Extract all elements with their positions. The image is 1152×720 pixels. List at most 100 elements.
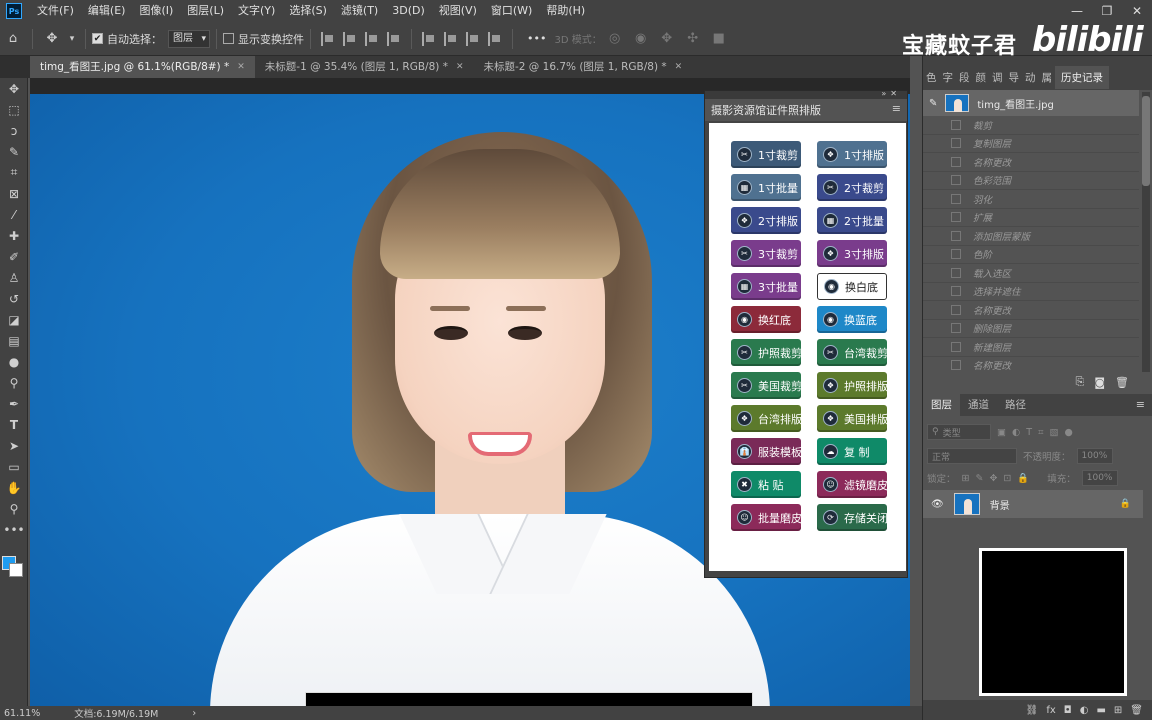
menu-file[interactable]: 文件(F) [30, 0, 81, 22]
distribute-v-icon[interactable] [488, 31, 502, 46]
blur-tool-icon[interactable]: ● [0, 351, 28, 372]
menu-type[interactable]: 文字(Y) [231, 0, 282, 22]
history-item[interactable]: 扩展 [923, 209, 1139, 227]
plugin-button[interactable]: 👔 服装模板 [731, 438, 802, 465]
crop-tool-icon[interactable]: ⌗ [0, 162, 28, 183]
plugin-button[interactable]: ☺ 批量磨皮 [731, 504, 802, 531]
history-scroll-thumb[interactable] [1142, 96, 1150, 186]
history-item[interactable]: 裁剪 [923, 116, 1139, 135]
shape-tool-icon[interactable]: ▭ [0, 456, 28, 477]
plugin-button[interactable]: ❖ 3寸排版 [817, 240, 887, 267]
opacity-field[interactable]: 100% [1076, 448, 1113, 464]
menu-view[interactable]: 视图(V) [432, 0, 484, 22]
trash-icon[interactable]: 🗑 [1130, 705, 1143, 716]
history-item[interactable]: 新建图层 [923, 338, 1139, 357]
plugin-button[interactable]: ◉ 换白底 [817, 273, 887, 300]
slide-3d-icon[interactable]: ✣ [682, 28, 704, 50]
brush-tool-icon[interactable]: ✐ [0, 246, 28, 267]
roll-3d-icon[interactable]: ◉ [630, 28, 652, 50]
tab-history[interactable]: 历史记录 [1055, 65, 1109, 89]
tab-actions[interactable]: 动 [1022, 70, 1039, 85]
history-item[interactable]: 名称更改 [923, 357, 1139, 370]
zoom-level[interactable]: 61.11% [4, 708, 40, 719]
group-icon[interactable]: ▬ [1096, 705, 1105, 716]
more-options-button[interactable]: ••• [527, 32, 546, 45]
history-item[interactable]: 色阶 [923, 246, 1139, 264]
lock-artboard-icon[interactable]: ⊡ [1003, 473, 1011, 484]
history-item[interactable]: 名称更改 [923, 153, 1139, 172]
fx-icon[interactable]: fx [1046, 705, 1055, 716]
plugin-button[interactable]: ❖ 台湾排版 [731, 405, 802, 432]
new-document-icon[interactable]: ⎘ [1076, 375, 1085, 389]
move-tool-icon[interactable]: ✥ [41, 28, 63, 50]
tab-paths[interactable]: 路径 [997, 394, 1034, 416]
plugin-button[interactable]: ❖ 美国排版 [817, 405, 888, 432]
blend-mode-dropdown[interactable]: 正常 [927, 448, 1017, 464]
close-icon[interactable]: ✕ [456, 56, 464, 78]
align-vcenter-icon[interactable] [444, 31, 458, 46]
tab-document-2[interactable]: 未标题-1 @ 35.4% (图层 1, RGB/8) * ✕ [255, 56, 474, 78]
plugin-button[interactable]: ❖ 护照排版 [817, 372, 888, 399]
layer-kind-filter[interactable]: ⚲ 类型 [927, 424, 991, 440]
menu-select[interactable]: 选择(S) [282, 0, 334, 22]
dodge-tool-icon[interactable]: ⚲ [0, 372, 28, 393]
plugin-button[interactable]: ❖ 2寸排版 [731, 207, 801, 234]
auto-select-dropdown[interactable]: 图层 [168, 29, 210, 48]
history-item[interactable]: 选择并遮住 [923, 283, 1139, 301]
panel-drag-bar[interactable]: »✕ [705, 89, 907, 99]
eraser-tool-icon[interactable]: ◪ [0, 309, 28, 330]
align-bottom-icon[interactable] [466, 31, 480, 46]
panel-menu-icon[interactable]: ≡ [1136, 398, 1145, 411]
history-brush-tool-icon[interactable]: ↺ [0, 288, 28, 309]
menu-window[interactable]: 窗口(W) [484, 0, 539, 22]
marquee-tool-icon[interactable]: ⬚ [0, 99, 28, 120]
filter-toggle-icon[interactable]: ● [1064, 427, 1072, 438]
restore-icon[interactable]: ❐ [1092, 0, 1122, 22]
plugin-button[interactable]: ✂ 美国裁剪 [731, 372, 802, 399]
pan-3d-icon[interactable]: ✥ [656, 28, 678, 50]
align-hcenter-icon[interactable] [343, 31, 357, 46]
new-layer-icon[interactable]: ⊞ [1114, 705, 1122, 716]
close-icon[interactable]: ✕ [237, 56, 245, 78]
history-item[interactable]: 羽化 [923, 190, 1139, 209]
more-tools-icon[interactable]: ••• [0, 519, 28, 540]
plugin-button[interactable]: ◉ 换蓝底 [817, 306, 887, 333]
quick-select-tool-icon[interactable]: ✎ [0, 141, 28, 162]
close-icon[interactable]: ✕ [1122, 0, 1152, 22]
type-tool-icon[interactable]: T [0, 414, 28, 435]
show-transform-checkbox[interactable] [223, 33, 234, 44]
filter-type-icon[interactable]: T [1026, 427, 1032, 438]
gradient-tool-icon[interactable]: ▤ [0, 330, 28, 351]
align-left-icon[interactable] [321, 31, 335, 46]
tab-navigator[interactable]: 导 [1006, 70, 1023, 85]
plugin-button[interactable]: ▦ 1寸批量 [731, 174, 801, 201]
close-icon[interactable]: ✕ [675, 56, 683, 78]
plugin-button[interactable]: ⟳ 存储关闭 [817, 504, 888, 531]
history-item[interactable]: 添加图层蒙版 [923, 227, 1139, 246]
collapse-icon[interactable]: »✕ [881, 89, 901, 98]
plugin-button[interactable]: ☁ 复 制 [817, 438, 887, 465]
tab-adjustments[interactable]: 调 [989, 70, 1006, 85]
scale-3d-icon[interactable]: ■ [708, 28, 730, 50]
plugin-button[interactable]: ✂ 护照裁剪 [731, 339, 802, 366]
tab-properties[interactable]: 属 [1039, 70, 1056, 85]
lock-move-icon[interactable]: ✥ [989, 473, 997, 484]
clone-stamp-tool-icon[interactable]: ♙ [0, 267, 28, 288]
plugin-button[interactable]: ◉ 换红底 [731, 306, 801, 333]
filter-pixel-icon[interactable]: ▣ [997, 427, 1006, 438]
plugin-button[interactable]: ✂ 1寸裁剪 [731, 141, 801, 168]
chevron-right-icon[interactable]: › [192, 708, 196, 719]
lock-pixels-icon[interactable]: ⊞ [962, 473, 970, 484]
camera-icon[interactable]: ◙ [1094, 376, 1105, 389]
tab-paragraph[interactable]: 段 [956, 70, 973, 85]
plugin-button[interactable]: ✖ 粘 贴 [731, 471, 801, 498]
minimize-icon[interactable]: — [1062, 0, 1092, 22]
menu-filter[interactable]: 滤镜(T) [334, 0, 385, 22]
healing-brush-tool-icon[interactable]: ✚ [0, 225, 28, 246]
plugin-button[interactable]: ✂ 2寸裁剪 [817, 174, 887, 201]
menu-help[interactable]: 帮助(H) [539, 0, 592, 22]
frame-tool-icon[interactable]: ⊠ [0, 183, 28, 204]
eyedropper-tool-icon[interactable]: ⁄ [0, 204, 28, 225]
history-snapshot[interactable]: ✎ timg_看图王.jpg [923, 90, 1139, 116]
tab-layers[interactable]: 图层 [923, 394, 960, 416]
